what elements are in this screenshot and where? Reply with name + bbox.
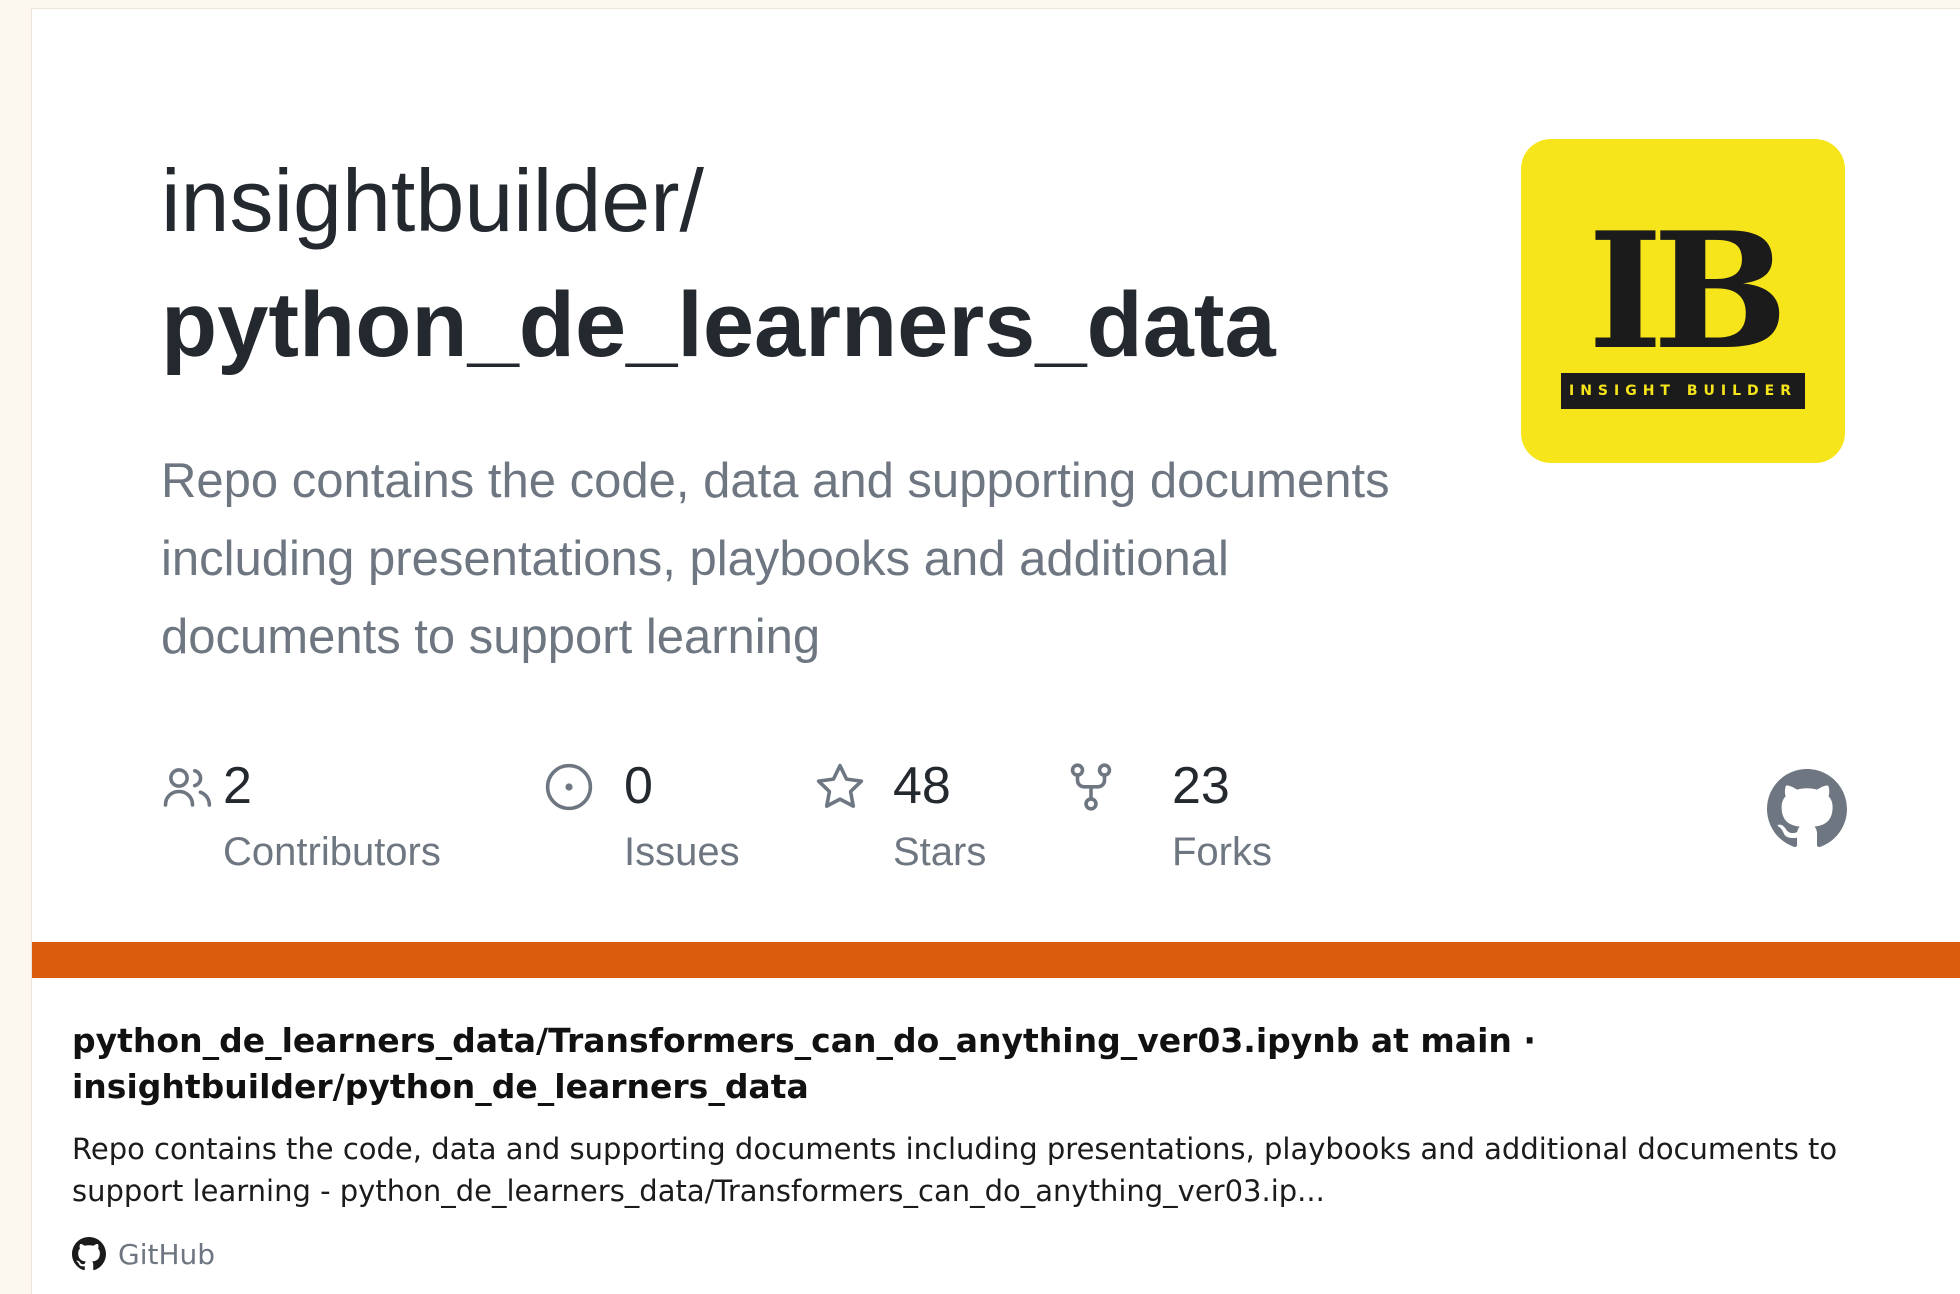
contributors-label: Contributors	[223, 830, 441, 874]
repo-owner: insightbuilder/	[161, 151, 704, 250]
forks-count: 23	[1172, 757, 1230, 815]
stat-stars: 48 Stars	[813, 754, 1013, 884]
insight-builder-logo: IB INSIGHT BUILDER	[1521, 139, 1845, 463]
repo-description: Repo contains the code, data and support…	[161, 454, 1390, 664]
issues-count: 0	[624, 757, 653, 815]
issue-icon	[545, 763, 593, 811]
contributors-count: 2	[223, 757, 252, 815]
stat-issues: 0 Issues	[542, 754, 762, 884]
fork-icon	[1070, 763, 1112, 811]
stars-label: Stars	[893, 830, 987, 874]
accent-bar	[32, 942, 1960, 978]
github-icon	[72, 1237, 106, 1271]
star-icon	[816, 763, 864, 808]
link-preview-meta[interactable]: python_de_learners_data/Transformers_can…	[32, 978, 1960, 1294]
logo-tagline: INSIGHT BUILDER	[1561, 373, 1805, 409]
link-preview-title[interactable]: python_de_learners_data/Transformers_can…	[72, 1018, 1912, 1110]
stars-count: 48	[893, 757, 951, 815]
stat-forks: 23 Forks	[1064, 754, 1284, 884]
link-preview-card[interactable]: insightbuilder/ python_de_learners_data …	[31, 8, 1960, 1294]
repo-name: python_de_learners_data	[161, 274, 1276, 376]
issues-label: Issues	[624, 830, 740, 874]
github-logo-icon	[1767, 769, 1847, 848]
people-icon	[163, 768, 212, 807]
link-preview-source: GitHub	[72, 1234, 215, 1274]
stat-contributors: 2 Contributors	[161, 754, 441, 884]
source-label: GitHub	[118, 1237, 216, 1271]
link-preview-description: Repo contains the code, data and support…	[72, 1132, 1838, 1208]
logo-letters: IB	[1587, 197, 1788, 385]
repo-social-image[interactable]: insightbuilder/ python_de_learners_data …	[32, 9, 1960, 942]
forks-label: Forks	[1172, 830, 1272, 874]
